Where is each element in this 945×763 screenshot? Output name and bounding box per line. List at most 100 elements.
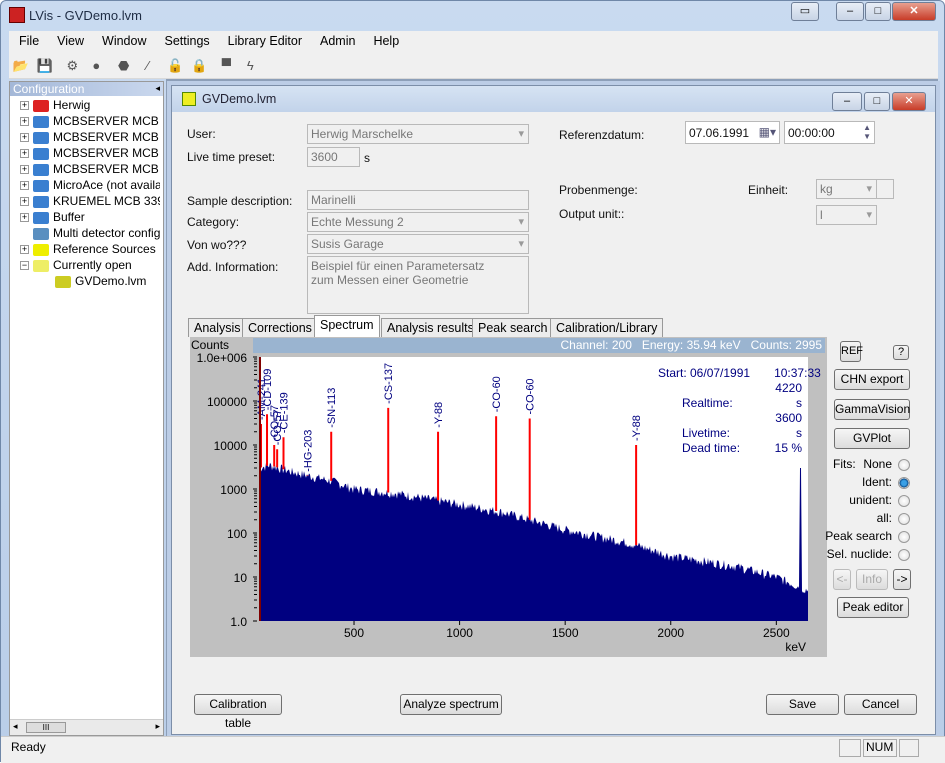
configuration-panel: Configuration ◂ + Herwig + MCBSERVER MCB 1 +…: [9, 81, 164, 736]
wand-icon[interactable]: ⁄: [138, 56, 158, 76]
detector-unknown-icon: [33, 179, 49, 192]
expand-icon[interactable]: +: [20, 197, 29, 207]
save-button[interactable]: Save: [766, 694, 839, 715]
chn-export-button[interactable]: CHN export: [834, 369, 910, 390]
doc-maximize-button[interactable]: □: [864, 92, 890, 111]
info-button[interactable]: Info: [856, 569, 888, 590]
einheit-select[interactable]: kg: [816, 179, 877, 199]
expand-icon[interactable]: +: [20, 165, 29, 175]
tab-analysis[interactable]: Analysis: [188, 318, 247, 337]
stop-icon[interactable]: ⬣: [114, 56, 134, 76]
menu-settings[interactable]: Settings: [155, 31, 218, 48]
open-icon[interactable]: 📂: [11, 56, 31, 76]
category-label: Category:: [187, 215, 240, 229]
tree-item[interactable]: + MCBSERVER MCB 1: [20, 114, 160, 130]
category-select[interactable]: Echte Messung 2: [307, 212, 529, 232]
unlock-icon[interactable]: 🔓: [165, 56, 185, 76]
fit-option-radio[interactable]: [898, 531, 910, 543]
tree-item[interactable]: Multi detector configu: [20, 226, 160, 242]
spin-icon[interactable]: ▲ ▼: [863, 123, 871, 141]
fit-option-label: unident:: [849, 493, 892, 507]
tab-corrections[interactable]: Corrections: [242, 318, 318, 337]
add-info-textarea[interactable]: Beispiel für einen Parametersatz zum Mes…: [307, 256, 529, 314]
peak-editor-button[interactable]: Peak editor: [837, 597, 909, 618]
menu-view[interactable]: View: [47, 31, 92, 48]
fit-option-radio[interactable]: [898, 549, 910, 561]
doc-minimize-button[interactable]: –: [832, 92, 862, 111]
tree-item[interactable]: + Buffer: [20, 210, 160, 226]
x-tick-label: 1500: [552, 626, 579, 640]
output-unit-label: Output unit::: [559, 207, 625, 221]
expand-icon[interactable]: +: [20, 245, 29, 255]
tree-item[interactable]: + MCBSERVER MCB 1: [20, 130, 160, 146]
deadtime-label: Dead time:: [682, 441, 741, 455]
expand-icon[interactable]: −: [20, 261, 29, 271]
tree-item[interactable]: + MCBSERVER MCB 1: [20, 146, 160, 162]
fit-option-radio[interactable]: [898, 513, 910, 525]
restore-aux-button[interactable]: ▭: [791, 2, 819, 21]
expand-icon[interactable]: +: [20, 213, 29, 223]
tree-item[interactable]: + Herwig: [20, 98, 160, 114]
status-bar: Ready NUM: [1, 736, 945, 763]
prev-button[interactable]: <-: [833, 569, 851, 590]
sample-input[interactable]: Marinelli: [307, 190, 529, 210]
fit-option-radio[interactable]: [898, 495, 910, 507]
next-button[interactable]: ->: [893, 569, 911, 590]
close-button[interactable]: ✕: [892, 2, 936, 21]
go-icon[interactable]: ●: [86, 56, 106, 76]
menu-file[interactable]: File: [9, 31, 47, 48]
flash-icon[interactable]: ϟ: [240, 56, 260, 76]
tab-spectrum[interactable]: Spectrum: [314, 315, 380, 337]
calendar-icon[interactable]: ▦▾: [759, 125, 776, 139]
tree-item[interactable]: + MicroAce (not availab: [20, 178, 160, 194]
maximize-button[interactable]: □: [865, 2, 891, 21]
x-axis-label: keV: [785, 640, 806, 654]
live-time-input[interactable]: 3600: [307, 147, 360, 167]
detector-icon[interactable]: ⚙: [62, 56, 82, 76]
tree-item[interactable]: + Reference Sources: [20, 242, 160, 258]
menu-help[interactable]: Help: [363, 31, 407, 48]
tab-analysis-results[interactable]: Analysis results: [381, 318, 480, 337]
doc-close-button[interactable]: ✕: [892, 92, 926, 111]
fit-option-radio[interactable]: [898, 459, 910, 471]
tree-item-label: Herwig: [53, 98, 91, 112]
expand-icon[interactable]: +: [20, 101, 29, 111]
tree-item[interactable]: + KRUEMEL MCB 339 |: [20, 194, 160, 210]
cancel-button[interactable]: Cancel: [844, 694, 917, 715]
ref-time-input[interactable]: 00:00:00 ▲ ▼: [784, 121, 875, 144]
minimize-button[interactable]: –: [836, 2, 864, 21]
tree-item[interactable]: + MCBSERVER MCB 1: [20, 162, 160, 178]
menu-library-editor[interactable]: Library Editor: [218, 31, 310, 48]
comment-icon[interactable]: ▀: [216, 56, 236, 76]
von-wo-select[interactable]: Susis Garage: [307, 234, 529, 254]
ref-button[interactable]: REF: [840, 341, 863, 362]
y-tick-label: 1.0e+006: [197, 353, 248, 365]
expand-icon[interactable]: +: [20, 149, 29, 159]
analyze-spectrum-button[interactable]: Analyze spectrum: [400, 694, 502, 715]
lock-icon[interactable]: 🔒: [189, 56, 209, 76]
fit-option-label: all:: [876, 511, 892, 525]
fit-option-radio[interactable]: [898, 477, 910, 489]
gammavision-button[interactable]: GammaVision: [834, 399, 910, 420]
tree-item[interactable]: − Currently open: [20, 258, 160, 274]
gvplot-button[interactable]: GVPlot: [834, 428, 910, 449]
calibration-table-button[interactable]: Calibration table: [194, 694, 282, 730]
pin-icon[interactable]: ◂: [155, 83, 160, 94]
menu-admin[interactable]: Admin: [310, 31, 363, 48]
peak-label: -CS-137: [383, 363, 395, 404]
output-unit-select[interactable]: l: [816, 205, 877, 225]
help-button[interactable]: ?: [893, 345, 909, 360]
tab-calibration-library[interactable]: Calibration/Library: [550, 318, 664, 337]
save-icon[interactable]: 💾: [35, 56, 55, 76]
tree-item-label: MCBSERVER MCB 1: [53, 146, 160, 160]
horizontal-scrollbar[interactable]: ◂ III ▸: [10, 719, 163, 735]
tree-item[interactable]: GVDemo.lvm: [42, 274, 182, 290]
tree-item-label: Reference Sources: [53, 242, 156, 256]
expand-icon[interactable]: +: [20, 133, 29, 143]
menu-window[interactable]: Window: [92, 31, 154, 48]
expand-icon[interactable]: +: [20, 181, 29, 191]
user-select[interactable]: Herwig Marschelke: [307, 124, 529, 144]
ref-date-picker[interactable]: 07.06.1991 ▦▾: [685, 121, 780, 144]
expand-icon[interactable]: +: [20, 117, 29, 127]
tab-peak-search[interactable]: Peak search: [472, 318, 554, 337]
